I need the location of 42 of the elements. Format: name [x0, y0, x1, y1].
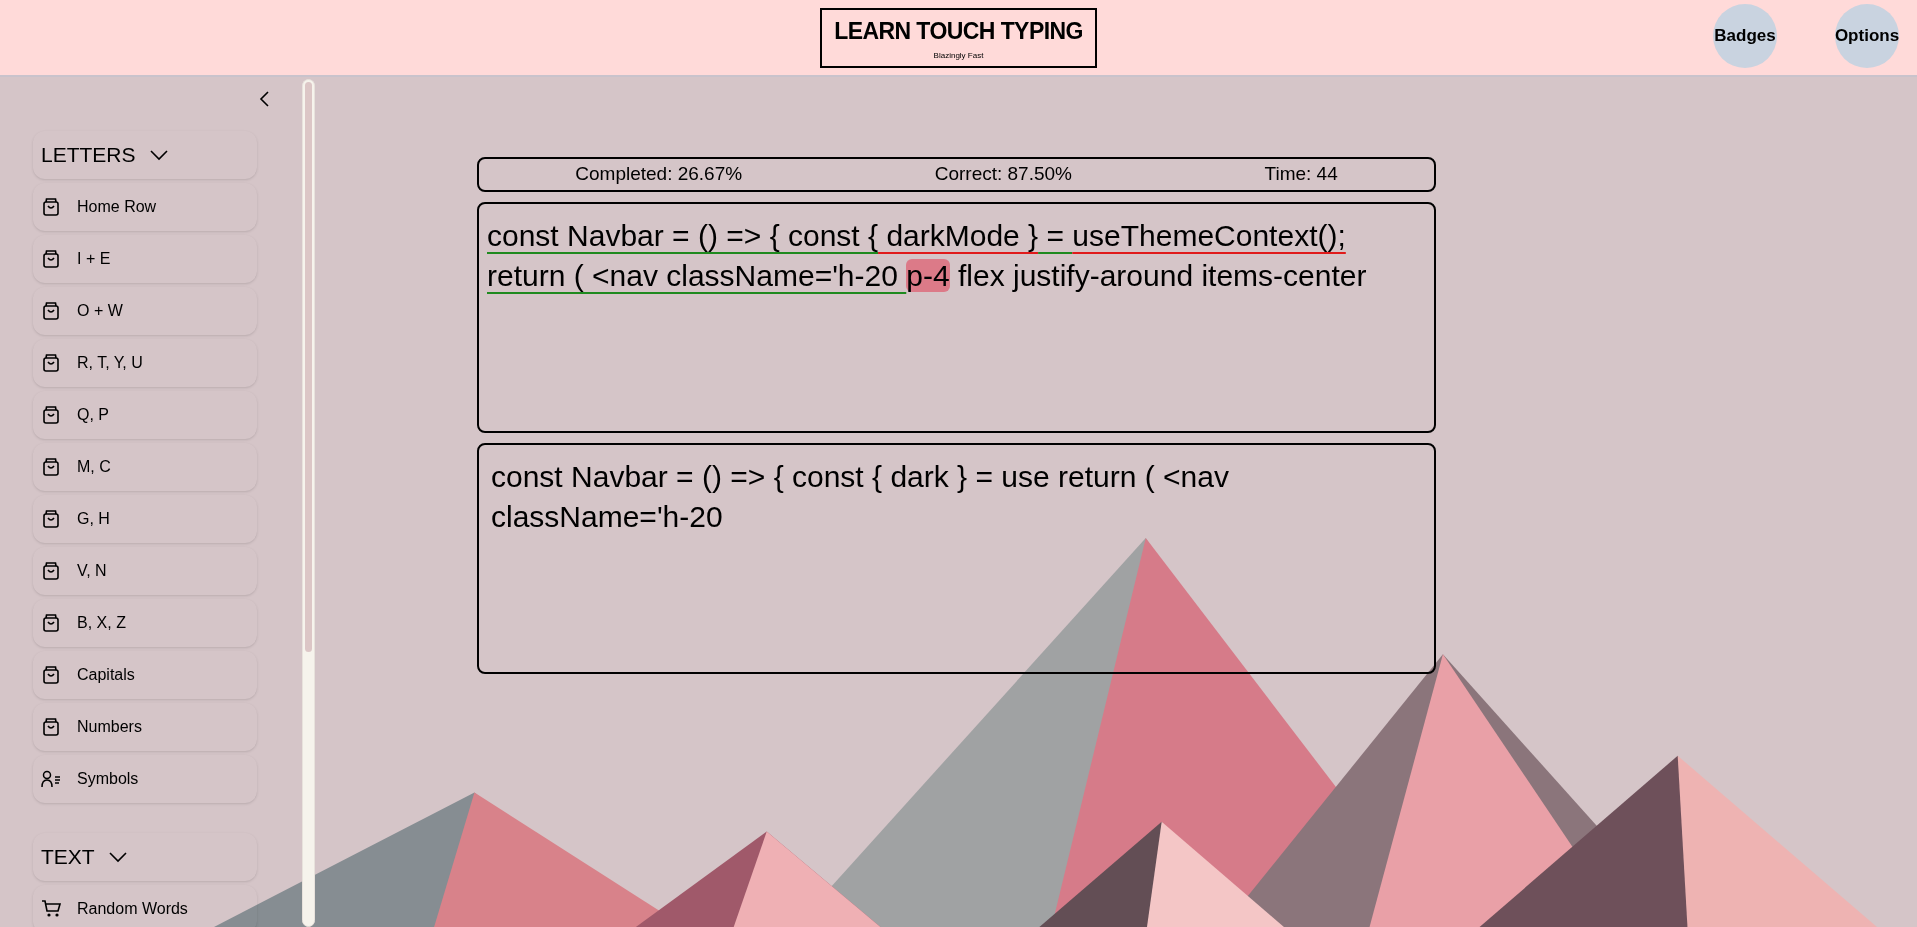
sidebar-item[interactable]: B, X, Z	[33, 599, 257, 647]
sidebar-item[interactable]: Symbols	[33, 755, 257, 803]
stat-text: Time: 44	[1264, 162, 1338, 187]
sidebar-item[interactable]: I + E	[33, 235, 257, 283]
stat-text: Correct: 87.50%	[934, 162, 1072, 187]
section-header[interactable]: LETTERS	[33, 131, 257, 179]
bag-icon	[43, 354, 59, 372]
sidebar-item[interactable]: V, N	[33, 547, 257, 595]
sidebar-item[interactable]: M, C	[33, 443, 257, 491]
header-button[interactable]: Options	[1835, 4, 1899, 68]
cart-icon	[41, 900, 61, 918]
bag-icon	[43, 458, 59, 476]
logo-tagline: Blazingly Fast	[933, 49, 984, 62]
bag-icon	[43, 406, 59, 424]
bag-icon	[43, 510, 59, 528]
section-header[interactable]: TEXT	[33, 833, 257, 881]
logo[interactable]: LEARN TOUCH TYPING Blazingly Fast	[820, 7, 1097, 68]
stat-text: Completed: 26.67%	[575, 162, 743, 187]
logo-title: LEARN TOUCH TYPING	[834, 16, 1083, 46]
header-button[interactable]: Badges	[1713, 4, 1777, 68]
typed-text: const Navbar = () => { const { dark } = use return ( <nav className='h-20	[491, 460, 1229, 533]
scrollbar[interactable]	[302, 79, 315, 927]
chevron-left-icon	[258, 90, 270, 108]
bag-icon	[43, 614, 59, 632]
bag-icon	[43, 302, 59, 320]
sidebar-item[interactable]: Capitals	[33, 651, 257, 699]
sidebar-item[interactable]: O + W	[33, 287, 257, 335]
bag-icon	[43, 718, 59, 736]
bag-icon	[43, 666, 59, 684]
sidebar-item[interactable]: Q, P	[33, 391, 257, 439]
bag-icon	[43, 562, 59, 580]
sidebar-item[interactable]: G, H	[33, 495, 257, 543]
bag-icon	[43, 250, 59, 268]
target-text: const Navbar = () => { const { darkMode } = useThemeContext(); return ( <nav className='h-20 p-4 flex justify-around items-center	[487, 218, 1368, 294]
user-list-icon	[41, 770, 61, 788]
scrollbar-thumb[interactable]	[305, 82, 312, 652]
typing-area[interactable]: const Navbar = () => { const { dark } = use return ( <nav className='h-20	[477, 443, 1436, 674]
sidebar-item[interactable]: Numbers	[33, 703, 257, 751]
bag-icon	[43, 198, 59, 216]
sidebar-item[interactable]: Random Words	[33, 885, 257, 927]
sidebar-item[interactable]: R, T, Y, U	[33, 339, 257, 387]
sidebar-item[interactable]: Home Row	[33, 183, 257, 231]
